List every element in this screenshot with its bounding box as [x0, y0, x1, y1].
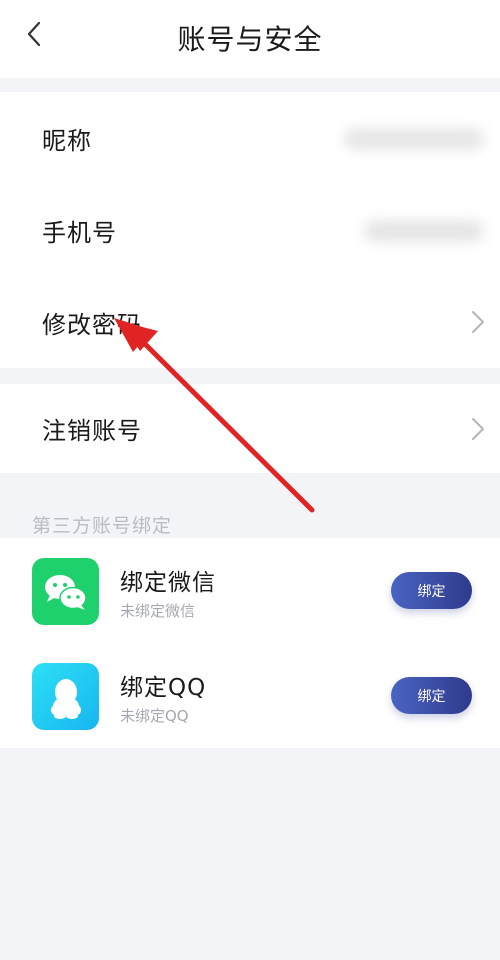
bind-qq-button[interactable]: 绑定: [391, 677, 472, 714]
nickname-label: 昵称: [42, 126, 92, 155]
phone-value-blurred: [364, 220, 484, 242]
qq-bind-status: 未绑定QQ: [120, 707, 189, 725]
third-party-section-title: 第三方账号绑定: [32, 515, 173, 537]
chevron-right-icon: [472, 417, 484, 440]
nickname-value-blurred: [344, 128, 484, 150]
phone-row[interactable]: 手机号: [0, 184, 500, 276]
third-party-bind-list: 绑定微信 未绑定微信 绑定 绑定QQ 未绑定QQ 绑定: [0, 538, 500, 748]
account-settings-group: 昵称 手机号 修改密码: [0, 92, 500, 368]
bind-wechat-button[interactable]: 绑定: [391, 572, 472, 609]
page-title: 账号与安全: [177, 23, 323, 56]
deactivate-account-label: 注销账号: [42, 417, 142, 445]
wechat-bind-title: 绑定微信: [120, 570, 216, 596]
wechat-bind-status: 未绑定微信: [120, 602, 196, 620]
qq-icon: [32, 663, 99, 730]
deactivate-group: 注销账号: [0, 384, 500, 473]
wechat-icon: [32, 558, 99, 625]
change-password-label: 修改密码: [42, 310, 142, 339]
qq-bind-title: 绑定QQ: [120, 675, 207, 701]
header-bar: 账号与安全: [0, 0, 500, 78]
wechat-bind-row: 绑定微信 未绑定微信 绑定: [0, 538, 500, 643]
phone-label: 手机号: [42, 218, 117, 247]
chevron-right-icon: [472, 311, 484, 333]
deactivate-account-row[interactable]: 注销账号: [0, 384, 500, 473]
qq-bind-row: 绑定QQ 未绑定QQ 绑定: [0, 643, 500, 748]
change-password-row[interactable]: 修改密码: [0, 276, 500, 368]
nickname-row[interactable]: 昵称: [0, 92, 500, 184]
